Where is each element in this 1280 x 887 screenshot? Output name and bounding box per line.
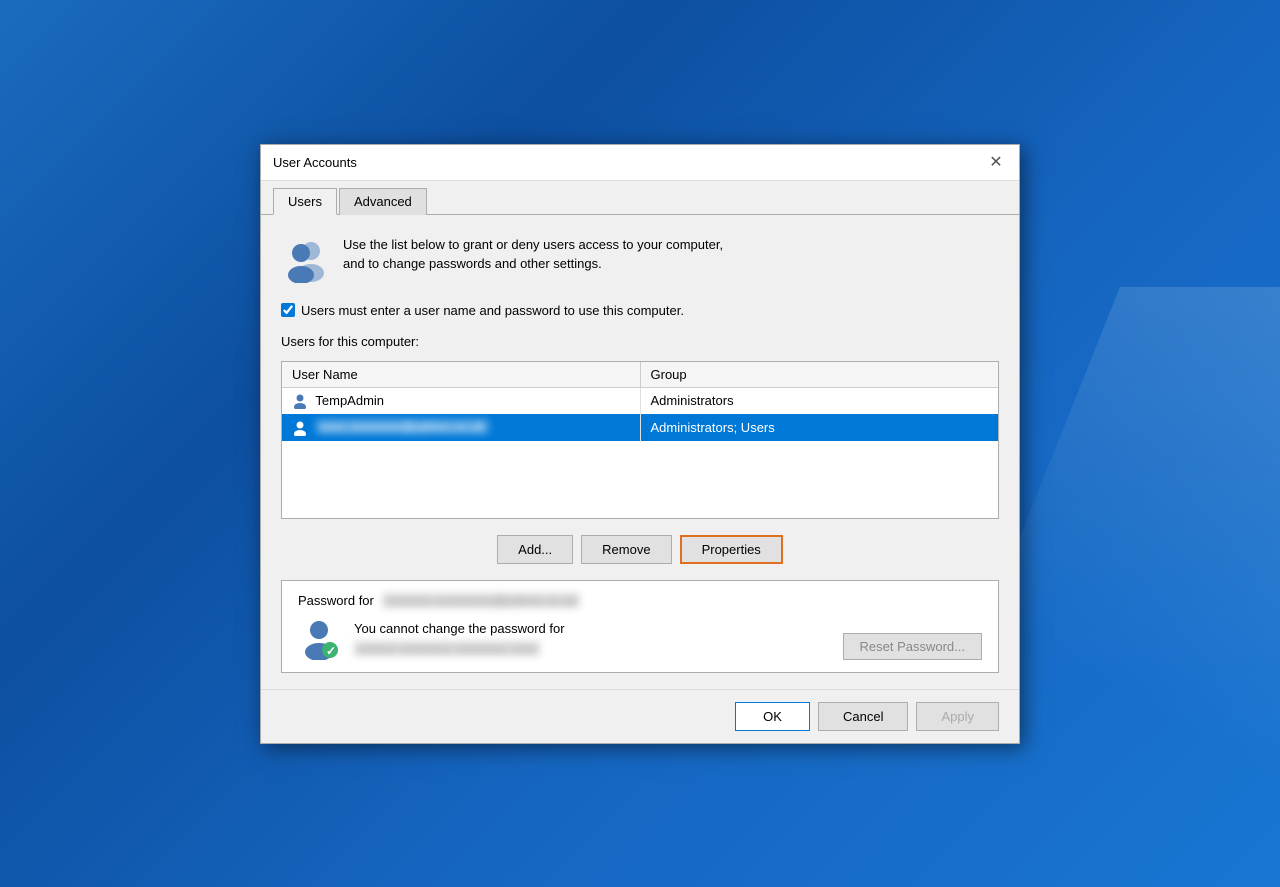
add-button[interactable]: Add... bbox=[497, 535, 573, 564]
password-username-blurred: xxxxxx xxxxxxxx xxxxxxxx xxxx bbox=[354, 639, 829, 659]
users-icon bbox=[281, 235, 329, 283]
must-login-checkbox[interactable] bbox=[281, 303, 295, 317]
dialog-title: User Accounts bbox=[273, 155, 357, 170]
password-title-blurred: xxxxxxx.xxxxxxxxx@yahoo.co.uk bbox=[382, 593, 581, 608]
description-text: Use the list below to grant or deny user… bbox=[343, 235, 723, 274]
group-cell: Administrators; Users bbox=[640, 414, 998, 441]
password-inner: ✓ You cannot change the password for xxx… bbox=[298, 618, 982, 660]
info-section: Use the list below to grant or deny user… bbox=[281, 231, 999, 291]
properties-button[interactable]: Properties bbox=[680, 535, 783, 564]
svg-text:✓: ✓ bbox=[326, 644, 336, 658]
reset-password-button[interactable]: Reset Password... bbox=[843, 633, 983, 660]
bottom-buttons: OK Cancel Apply bbox=[261, 689, 1019, 743]
user-action-buttons: Add... Remove Properties bbox=[281, 535, 999, 564]
user-row-icon bbox=[292, 393, 308, 409]
remove-button[interactable]: Remove bbox=[581, 535, 671, 564]
user-row-icon bbox=[292, 420, 308, 436]
password-user-icon: ✓ bbox=[298, 618, 340, 660]
must-login-checkbox-row: Users must enter a user name and passwor… bbox=[281, 303, 999, 318]
col-username: User Name bbox=[282, 362, 640, 388]
cannot-change-text: You cannot change the password for bbox=[354, 619, 829, 639]
users-section-label: Users for this computer: bbox=[281, 334, 999, 349]
title-bar: User Accounts ✕ bbox=[261, 145, 1019, 181]
user-accounts-dialog: User Accounts ✕ Users Advanced Use the l… bbox=[260, 144, 1020, 744]
tab-bar: Users Advanced bbox=[261, 181, 1019, 215]
table-row[interactable]: TempAdmin Administrators bbox=[282, 387, 998, 414]
username-cell: TempAdmin bbox=[282, 387, 640, 414]
password-section: Password for xxxxxxx.xxxxxxxxx@yahoo.co.… bbox=[281, 580, 999, 673]
users-table: User Name Group bbox=[282, 362, 998, 441]
password-title: Password for xxxxxxx.xxxxxxxxx@yahoo.co.… bbox=[298, 593, 982, 608]
tab-advanced[interactable]: Advanced bbox=[339, 188, 427, 215]
table-row[interactable]: xxxx.xxxxxxxx@yahoo.co.uk Administrators… bbox=[282, 414, 998, 441]
cancel-button[interactable]: Cancel bbox=[818, 702, 908, 731]
col-group: Group bbox=[640, 362, 998, 388]
must-login-label: Users must enter a user name and passwor… bbox=[301, 303, 684, 318]
ok-button[interactable]: OK bbox=[735, 702, 810, 731]
password-text-block: You cannot change the password for xxxxx… bbox=[354, 619, 829, 658]
users-table-container: User Name Group bbox=[281, 361, 999, 519]
blurred-username: xxxx.xxxxxxxx@yahoo.co.uk bbox=[316, 419, 489, 434]
apply-button[interactable]: Apply bbox=[916, 702, 999, 731]
tab-content: Use the list below to grant or deny user… bbox=[261, 215, 1019, 689]
close-button[interactable]: ✕ bbox=[985, 151, 1007, 173]
username-cell: xxxx.xxxxxxxx@yahoo.co.uk bbox=[282, 414, 640, 441]
tab-users[interactable]: Users bbox=[273, 188, 337, 215]
group-cell: Administrators bbox=[640, 387, 998, 414]
